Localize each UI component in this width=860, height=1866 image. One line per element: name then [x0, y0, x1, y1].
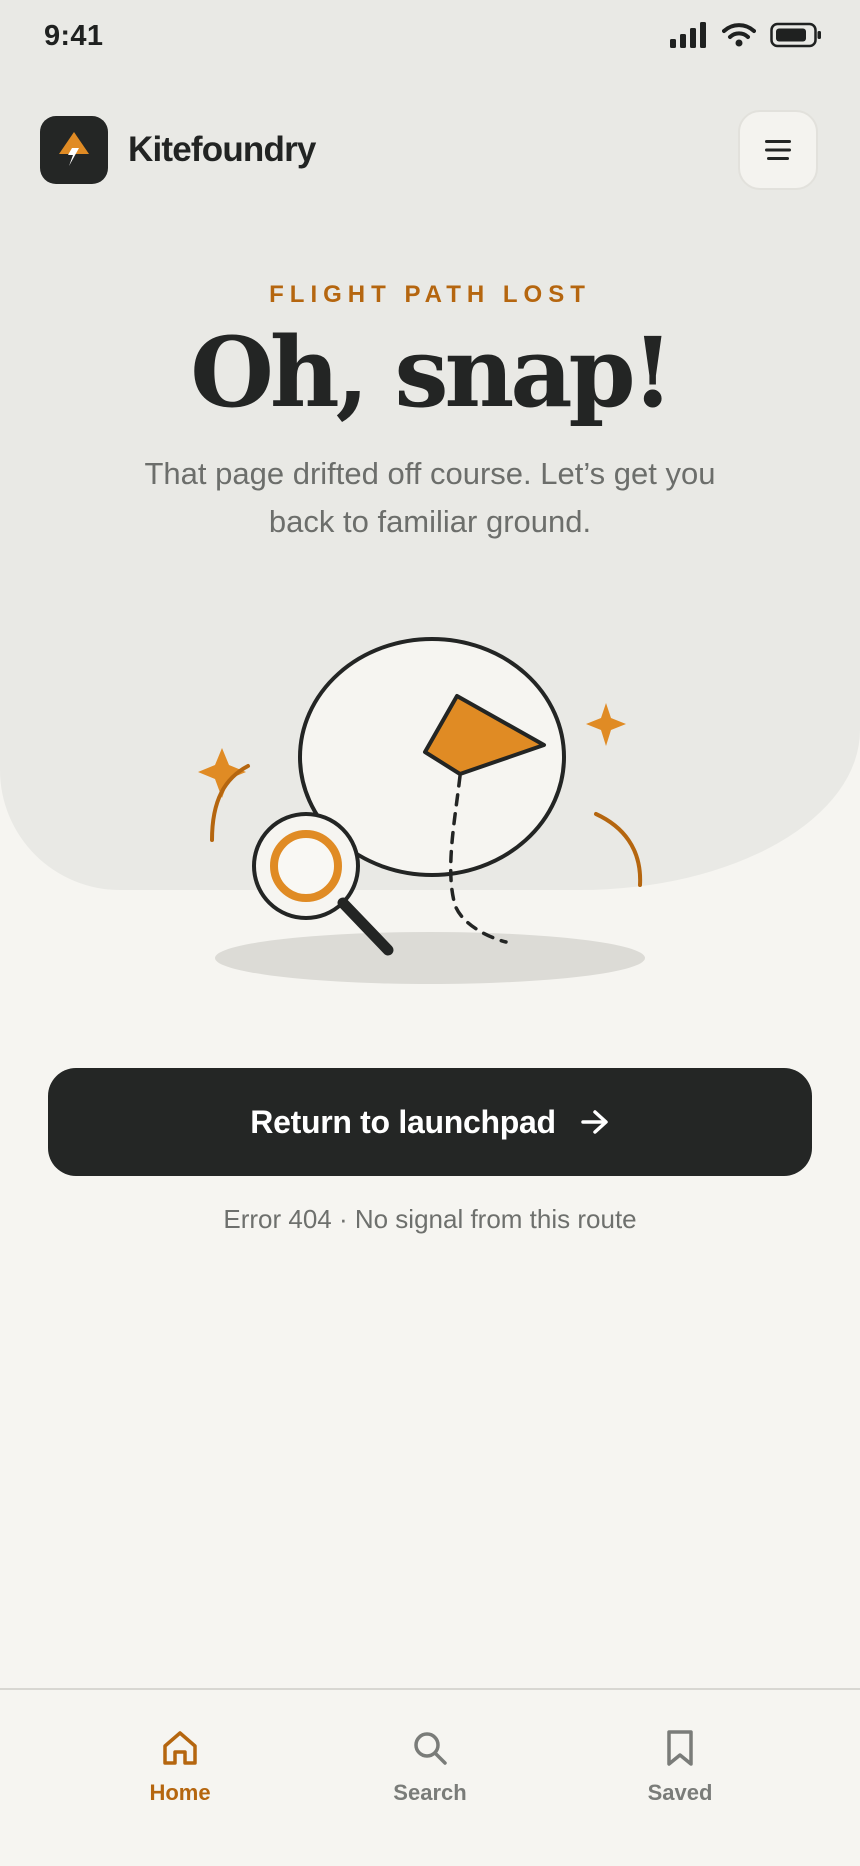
ground-shadow [215, 932, 645, 984]
arrow-right-icon [580, 1110, 608, 1134]
status-icons [670, 22, 822, 48]
page-subtitle: That page drifted off course. Let’s get … [144, 456, 716, 539]
nav-item-search[interactable]: Search [330, 1728, 530, 1806]
page-title: Oh, snap! [190, 316, 674, 429]
app-logo[interactable] [40, 116, 108, 184]
bottom-navigation: Home Search Saved [0, 1688, 860, 1866]
error-code-note: Error 404 · No signal from this route [223, 1204, 637, 1234]
sparkle-right-icon [586, 703, 626, 746]
swoosh-right [594, 812, 643, 887]
eyebrow-label: FLIGHT PATH LOST [269, 281, 591, 308]
signal-icon [670, 22, 706, 48]
nav-label-saved: Saved [647, 1780, 713, 1805]
hamburger-menu-icon [765, 140, 791, 160]
cta-label: Return to launchpad [250, 1103, 556, 1140]
nav-item-saved[interactable]: Saved [580, 1728, 780, 1806]
return-to-launchpad-button[interactable]: Return to launchpad [48, 1068, 812, 1176]
status-bar: 9:41 [0, 0, 860, 76]
magnifier-ring [270, 830, 342, 902]
nav-label-search: Search [393, 1780, 467, 1805]
menu-button[interactable] [738, 110, 818, 190]
nav-item-home[interactable]: Home [80, 1728, 280, 1806]
brand-name: Kitefoundry [128, 130, 316, 169]
wifi-icon [722, 23, 756, 47]
search-icon [414, 1732, 447, 1765]
home-icon [163, 1731, 197, 1765]
status-time: 9:41 [44, 20, 104, 52]
kite-logo-icon [59, 132, 89, 166]
battery-icon [770, 22, 821, 48]
nav-label-home: Home [149, 1780, 211, 1805]
app-header: Kitefoundry [0, 110, 860, 190]
bookmark-icon [667, 1730, 693, 1766]
lost-kite-illustration [198, 637, 645, 984]
